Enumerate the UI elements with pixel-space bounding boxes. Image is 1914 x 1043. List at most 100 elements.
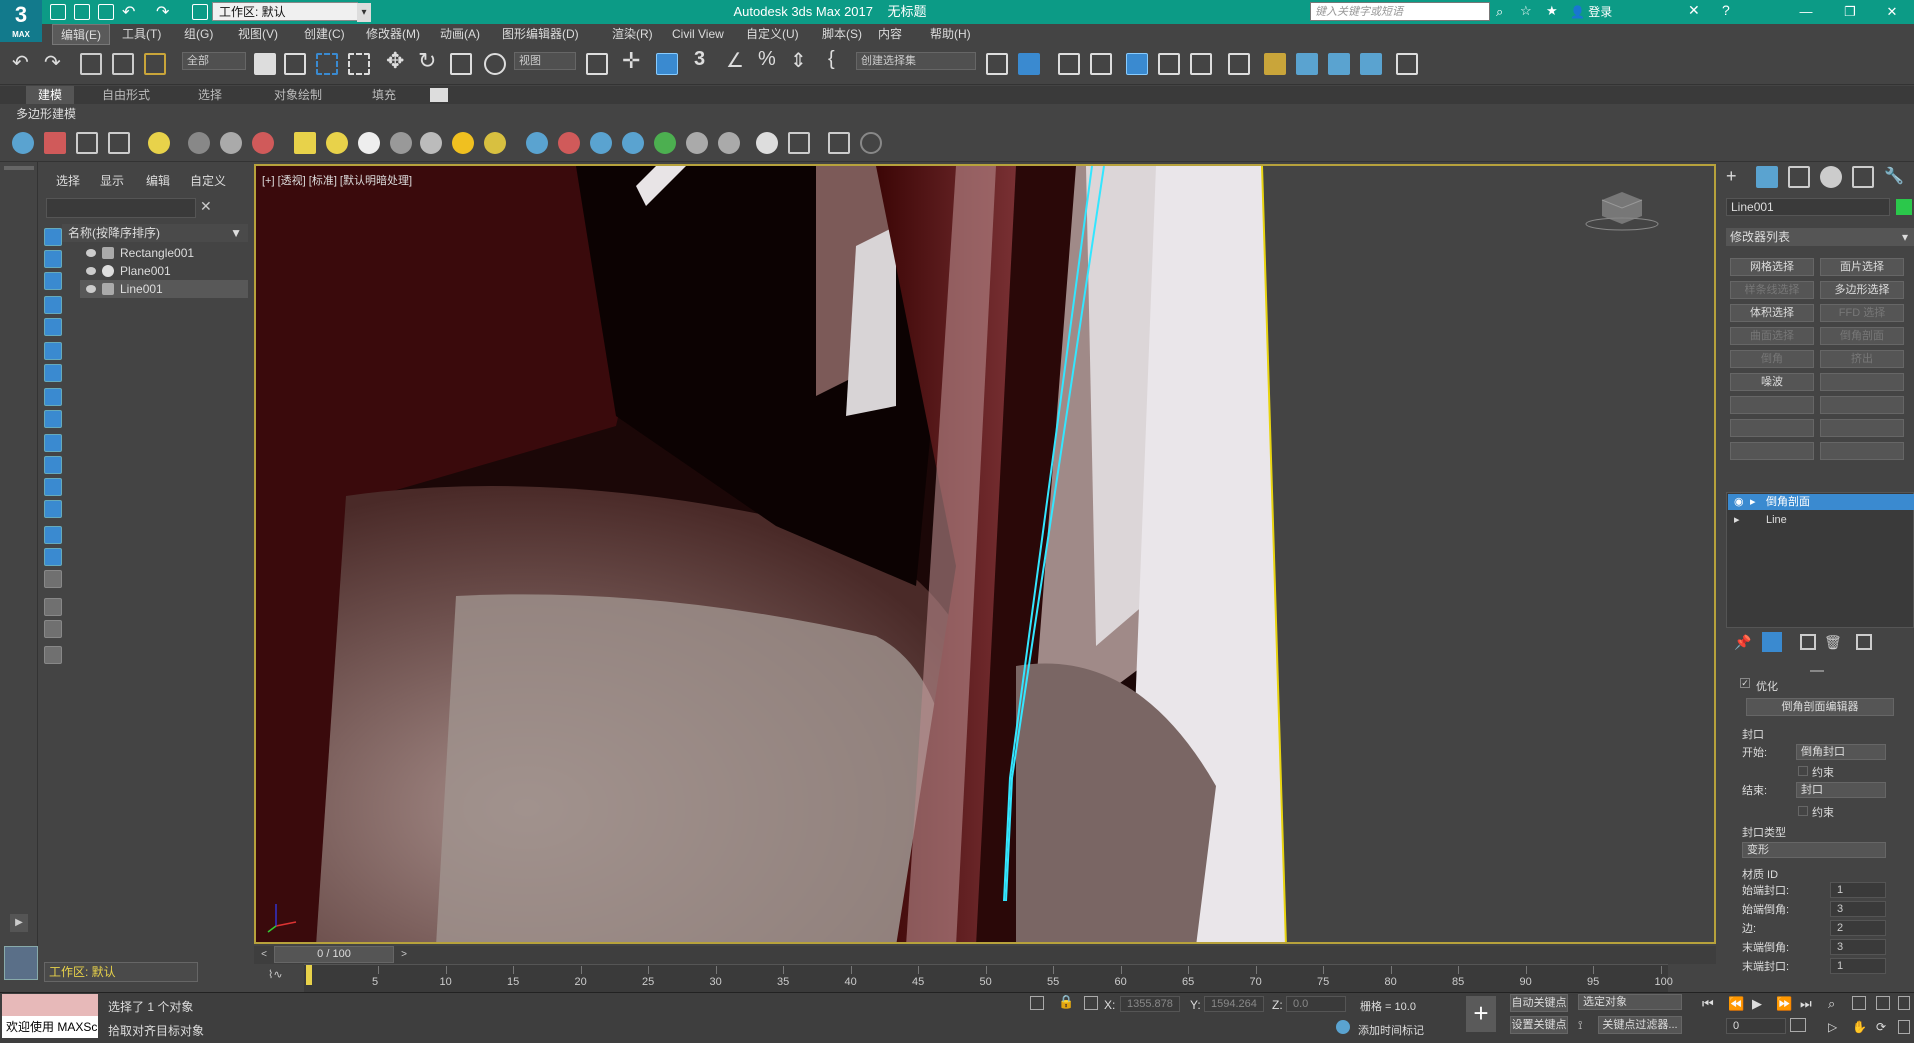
material-id-spinner[interactable]: 1 — [1830, 882, 1886, 898]
curve-editor-icon[interactable] — [1158, 53, 1180, 75]
rectangular-selection-icon[interactable] — [316, 53, 338, 75]
y-coordinate-field[interactable]: 1594.264 — [1204, 996, 1264, 1012]
ribbon-tab[interactable]: 选择 — [186, 86, 234, 104]
menu-item[interactable]: 修改器(M) — [358, 24, 428, 45]
scene-object-row[interactable]: Rectangle001 — [80, 244, 248, 262]
modifier-stack-item[interactable]: ◉ ▸ 倒角剖面 — [1728, 494, 1914, 510]
ribbon-tab[interactable]: 建模 — [26, 86, 75, 104]
display-panel-icon[interactable] — [1852, 166, 1874, 188]
schematic-view-icon[interactable] — [1190, 53, 1212, 75]
mini-curve-editor-icon[interactable]: ⌇∿ — [268, 968, 283, 981]
orbit-icon[interactable]: ⟳ — [1876, 1020, 1886, 1034]
new-file-icon[interactable] — [50, 4, 66, 20]
maximize-viewport-icon[interactable] — [1898, 1020, 1910, 1034]
expand-arrow-icon[interactable]: ▸ — [1750, 494, 1756, 510]
eye-icon[interactable] — [86, 285, 96, 293]
render-production-icon[interactable] — [1328, 53, 1350, 75]
play-icon[interactable]: ▶ — [1752, 996, 1762, 1012]
menu-item[interactable]: 脚本(S) — [814, 24, 870, 45]
auto-key-button[interactable]: 自动关键点 — [1510, 994, 1568, 1012]
absolute-mode-icon[interactable] — [1084, 996, 1098, 1010]
set-key-big-icon[interactable]: + — [1466, 996, 1496, 1032]
cloth-icon[interactable] — [718, 132, 740, 154]
material-editor-icon[interactable] — [1228, 53, 1250, 75]
ribbon-tab[interactable]: 填充 — [360, 86, 408, 104]
exchange-icon[interactable]: ✕ — [1688, 2, 1700, 19]
object-name-field[interactable]: Line001 — [1726, 198, 1890, 216]
modifier-button[interactable]: 挤出 — [1820, 350, 1904, 368]
modifier-stack-item[interactable]: ▸ Line — [1728, 512, 1914, 528]
set-key-button[interactable]: 设置关键点 — [1510, 1016, 1568, 1034]
bone-filter-icon[interactable] — [44, 434, 62, 452]
current-frame-marker[interactable] — [306, 965, 312, 985]
modifier-button[interactable]: 面片选择 — [1820, 258, 1904, 276]
particles-icon[interactable] — [526, 132, 548, 154]
zoom-all-icon[interactable] — [1852, 996, 1866, 1010]
search-input[interactable]: 键入关键字或短语 — [1310, 2, 1490, 21]
menu-item[interactable]: 视图(V) — [230, 24, 286, 45]
render-cloud-icon[interactable] — [1360, 53, 1382, 75]
x-coordinate-field[interactable]: 1355.878 — [1120, 996, 1180, 1012]
motion-panel-icon[interactable] — [1820, 166, 1842, 188]
prev-frame-icon[interactable]: < — [256, 946, 272, 963]
hidden-filter-icon[interactable] — [44, 500, 62, 518]
edit-named-selection-icon[interactable]: { — [828, 48, 835, 71]
constrain-end-checkbox[interactable] — [1798, 806, 1808, 816]
menu-item[interactable]: 帮助(H) — [922, 24, 979, 45]
help-icon[interactable] — [860, 132, 882, 154]
next-frame-icon[interactable]: > — [396, 946, 412, 963]
audio-icon[interactable] — [220, 132, 242, 154]
keyboard-shortcut-override-icon[interactable] — [656, 53, 678, 75]
selection-filter-dropdown[interactable]: 全部 — [182, 52, 246, 70]
scene-explorer-tab[interactable]: 选择 — [56, 172, 80, 190]
snap-toggle-icon[interactable]: 3 — [694, 48, 705, 71]
scene-object-row[interactable]: Plane001 — [80, 262, 248, 280]
scene-object-row[interactable]: Line001 — [80, 280, 248, 298]
tent-icon[interactable] — [590, 132, 612, 154]
modifier-button[interactable]: 网格选择 — [1730, 258, 1814, 276]
sphere-icon[interactable] — [358, 132, 380, 154]
object-color-swatch[interactable] — [1896, 199, 1912, 215]
utilities-panel-icon[interactable]: 🔧 — [1884, 166, 1906, 188]
eye-icon[interactable]: ◉ — [1734, 494, 1744, 510]
material-id-spinner[interactable]: 2 — [1830, 920, 1886, 936]
zoom-icon[interactable]: ⌕ — [1828, 996, 1835, 1012]
cap-type-dropdown[interactable]: 变形 — [1742, 842, 1886, 858]
render-setup-icon[interactable] — [1264, 53, 1286, 75]
expand-arrow-icon[interactable]: ▸ — [1734, 512, 1740, 528]
restore-button[interactable]: ❐ — [1830, 0, 1870, 24]
shape-filter-icon[interactable] — [44, 318, 62, 336]
modifier-button-empty[interactable] — [1730, 442, 1814, 460]
unlink-icon[interactable] — [112, 53, 134, 75]
material-id-spinner[interactable]: 3 — [1830, 939, 1886, 955]
workspace-bottom-dropdown[interactable]: 工作区: 默认 — [44, 962, 198, 982]
modifier-button-empty[interactable] — [1730, 419, 1814, 437]
eye-icon[interactable] — [86, 249, 96, 257]
add-time-tag[interactable]: 添加时间标记 — [1358, 1022, 1424, 1038]
minimize-button[interactable]: — — [1786, 0, 1826, 24]
app-logo[interactable]: 3 MAX — [0, 0, 42, 42]
cone-icon[interactable] — [420, 132, 442, 154]
select-manipulate-icon[interactable]: ✛ — [622, 48, 640, 74]
start-cap-dropdown[interactable]: 倒角封口 — [1796, 744, 1886, 760]
trash-icon[interactable]: 🗑 — [1824, 634, 1842, 651]
show-end-result-icon[interactable] — [1762, 632, 1782, 652]
menu-item[interactable]: 工具(T) — [114, 24, 169, 45]
scene-explorer-tab[interactable]: 显示 — [100, 172, 124, 190]
ribbon-options-icon[interactable] — [430, 88, 448, 102]
field-of-view-icon[interactable]: ▷ — [1828, 1020, 1837, 1034]
ribbon-tab[interactable]: 对象绘制 — [262, 86, 334, 104]
time-configuration-icon[interactable] — [1790, 1018, 1806, 1032]
previous-key-icon[interactable]: ⏪ — [1728, 996, 1744, 1012]
maxscript-mini-listener[interactable]: 欢迎使用 MAXSc — [2, 1016, 98, 1038]
perspective-viewport[interactable] — [254, 164, 1716, 944]
pin-stack-icon[interactable]: 📌 — [1734, 634, 1751, 651]
key-filters-button[interactable]: 关键点过滤器... — [1598, 1016, 1682, 1034]
login-button[interactable]: 👤 登录 — [1570, 0, 1612, 24]
menu-item[interactable]: 内容 — [870, 24, 910, 45]
link-icon[interactable] — [80, 53, 102, 75]
scene-explorer-toggle-icon[interactable] — [1058, 53, 1080, 75]
hierarchy-panel-icon[interactable] — [1788, 166, 1810, 188]
binoculars-icon[interactable]: ⌕ — [1496, 4, 1503, 20]
align-icon[interactable] — [1018, 53, 1040, 75]
